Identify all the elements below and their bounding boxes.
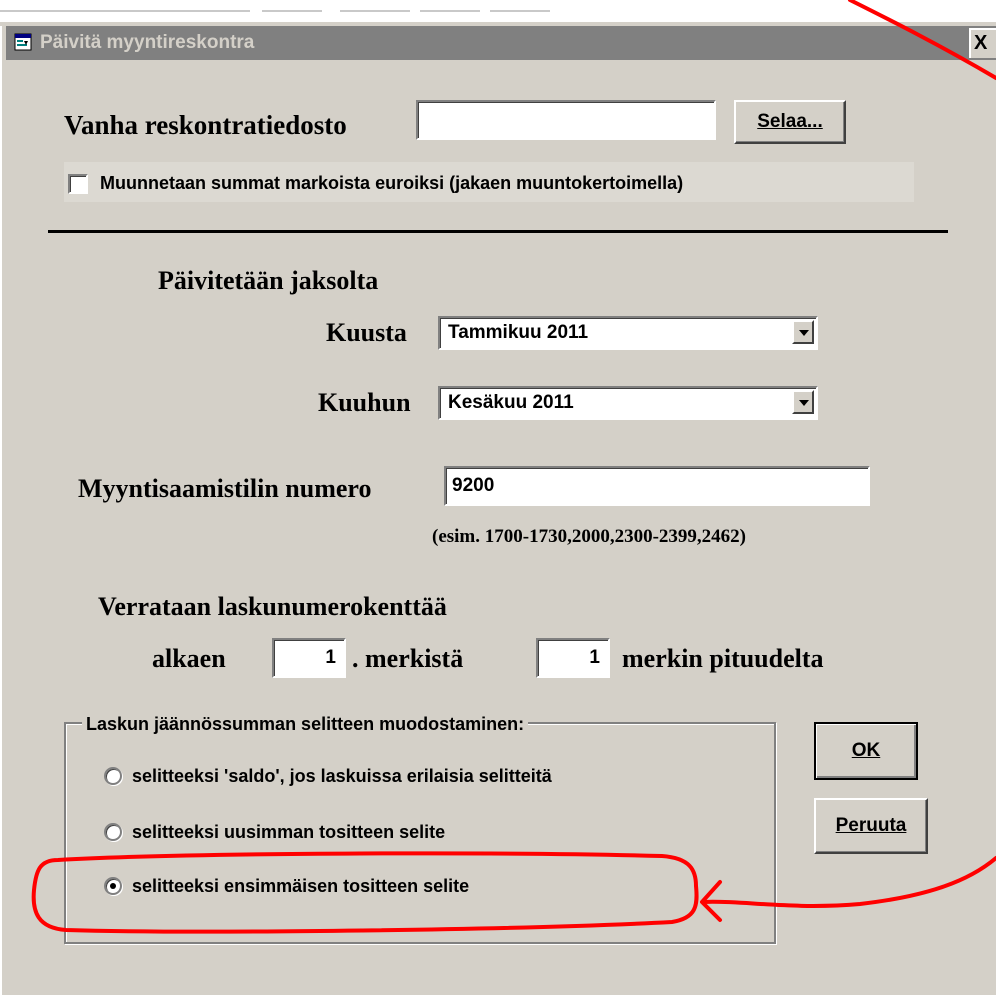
annotation-arrow-top bbox=[848, 0, 996, 80]
red-annotation bbox=[31, 0, 996, 934]
annotation-circle bbox=[31, 851, 699, 934]
annotation-arrow-line bbox=[702, 856, 996, 908]
